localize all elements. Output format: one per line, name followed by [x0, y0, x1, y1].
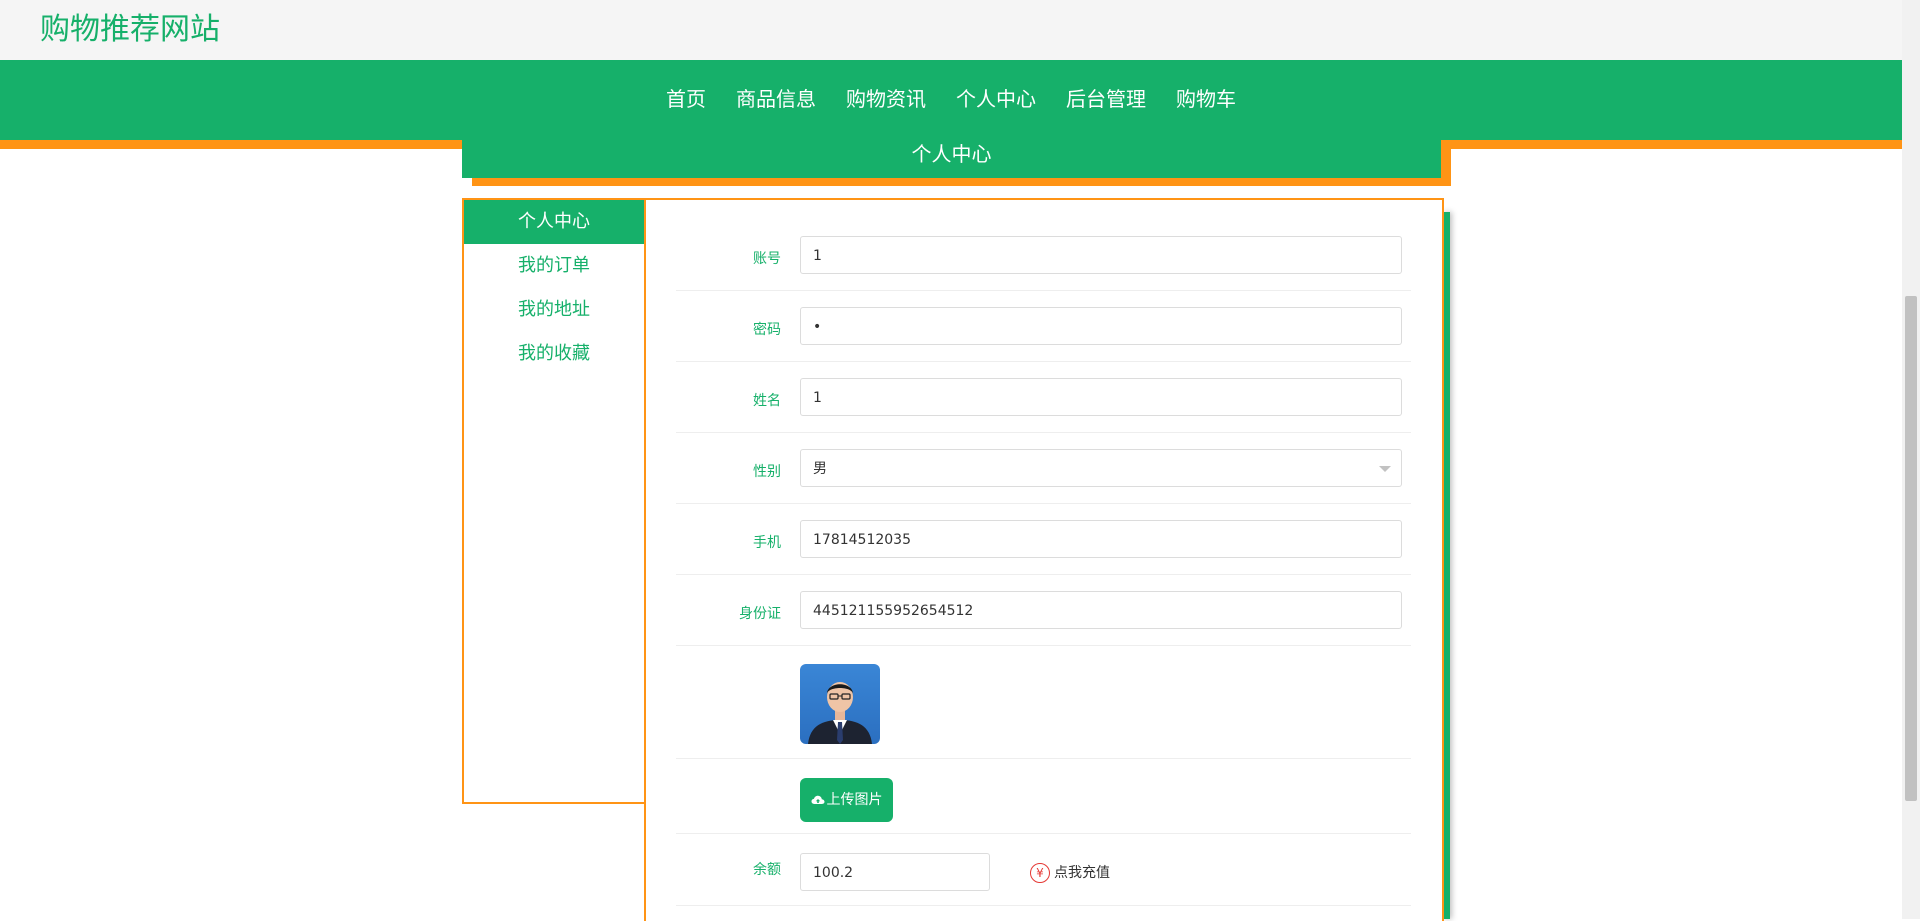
sidebar-item-orders[interactable]: 我的订单: [464, 244, 644, 288]
chevron-down-icon: [1379, 466, 1391, 472]
profile-sidebar: 个人中心 我的订单 我的地址 我的收藏: [462, 198, 646, 804]
password-label: 密码: [753, 322, 781, 338]
gender-label: 性别: [753, 464, 781, 480]
gender-select[interactable]: 男: [800, 449, 1402, 487]
balance-label: 余额: [753, 862, 781, 878]
form-row-password: 密码 •: [676, 307, 1411, 362]
upload-image-button[interactable]: 上传图片: [800, 778, 893, 822]
section-banner: 个人中心: [462, 140, 1441, 178]
nav-item-products[interactable]: 商品信息: [721, 84, 831, 114]
form-row-gender: 性别 男: [676, 449, 1411, 504]
upload-button-label: 上传图片: [826, 792, 883, 808]
scrollbar-thumb[interactable]: [1905, 296, 1917, 801]
id-card-input[interactable]: 445121155952654512: [800, 591, 1402, 629]
recharge-label: 点我充值: [1054, 865, 1110, 881]
recharge-link[interactable]: ¥ 点我充值: [1030, 863, 1110, 883]
form-row-phone: 手机 17814512035: [676, 520, 1411, 575]
nav-item-news[interactable]: 购物资讯: [831, 84, 941, 114]
account-input[interactable]: 1: [800, 236, 1402, 274]
main-nav: 首页 商品信息 购物资讯 个人中心 后台管理 购物车: [0, 60, 1902, 140]
site-title[interactable]: 购物推荐网站: [40, 10, 220, 50]
page-scrollbar[interactable]: [1902, 0, 1920, 919]
gender-select-value: 男: [813, 461, 827, 477]
form-row-upload: 上传图片: [676, 758, 1411, 834]
form-row-id-card: 身份证 445121155952654512: [676, 591, 1411, 646]
name-input[interactable]: 1: [800, 378, 1402, 416]
form-row-name: 姓名 1: [676, 378, 1411, 433]
phone-input[interactable]: 17814512035: [800, 520, 1402, 558]
nav-item-cart[interactable]: 购物车: [1161, 84, 1251, 114]
sidebar-item-addresses[interactable]: 我的地址: [464, 288, 644, 332]
phone-label: 手机: [753, 535, 781, 551]
top-bar: 购物推荐网站: [0, 0, 1902, 60]
nav-item-profile[interactable]: 个人中心: [941, 84, 1051, 114]
section-title: 个人中心: [911, 142, 992, 166]
form-row-avatar: [676, 646, 1411, 759]
yen-icon: ¥: [1030, 863, 1050, 883]
form-row-balance: 余额 100.2 ¥ 点我充值: [676, 833, 1411, 906]
password-input[interactable]: •: [800, 307, 1402, 345]
form-row-account: 账号 1: [676, 236, 1411, 291]
avatar[interactable]: [800, 664, 880, 744]
id-card-label: 身份证: [739, 606, 781, 622]
sidebar-item-favorites[interactable]: 我的收藏: [464, 332, 644, 376]
nav-item-admin[interactable]: 后台管理: [1051, 84, 1161, 114]
nav-item-home[interactable]: 首页: [651, 84, 721, 114]
profile-form-panel: 账号 1 密码 • 姓名 1 性别 男 手机 17814512035 身份证 4…: [644, 198, 1444, 921]
balance-input[interactable]: 100.2: [800, 853, 990, 891]
name-label: 姓名: [753, 393, 781, 409]
account-label: 账号: [753, 251, 781, 267]
cloud-upload-icon: [811, 795, 824, 804]
sidebar-item-profile[interactable]: 个人中心: [464, 200, 644, 244]
